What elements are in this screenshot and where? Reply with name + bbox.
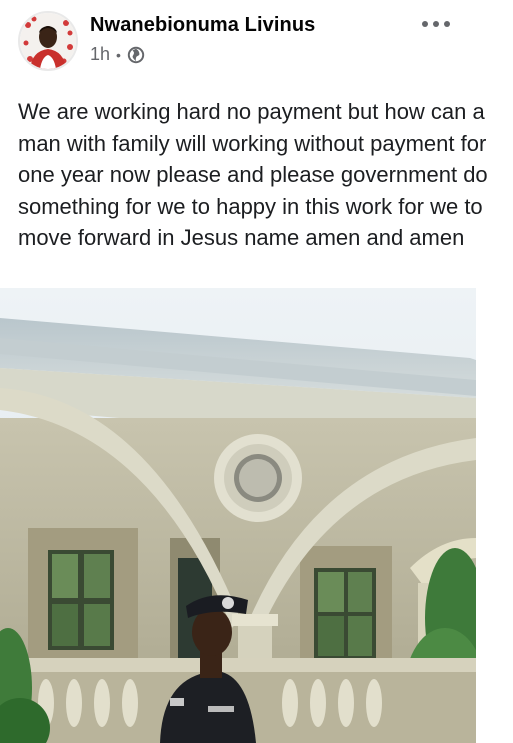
post-text: We are working hard no payment but how c…: [18, 99, 488, 250]
post-photo[interactable]: [0, 288, 476, 743]
globe-icon[interactable]: [127, 46, 145, 64]
author-avatar[interactable]: [18, 11, 78, 71]
post-meta: 1h •: [90, 44, 145, 65]
post-header: Nwanebionuma Livinus 1h •: [0, 0, 513, 80]
post-time[interactable]: 1h: [90, 44, 110, 65]
avatar-photo: [20, 13, 76, 69]
meta-separator: •: [116, 46, 121, 63]
author-name[interactable]: Nwanebionuma Livinus: [90, 14, 315, 37]
more-options-icon[interactable]: [419, 14, 453, 34]
